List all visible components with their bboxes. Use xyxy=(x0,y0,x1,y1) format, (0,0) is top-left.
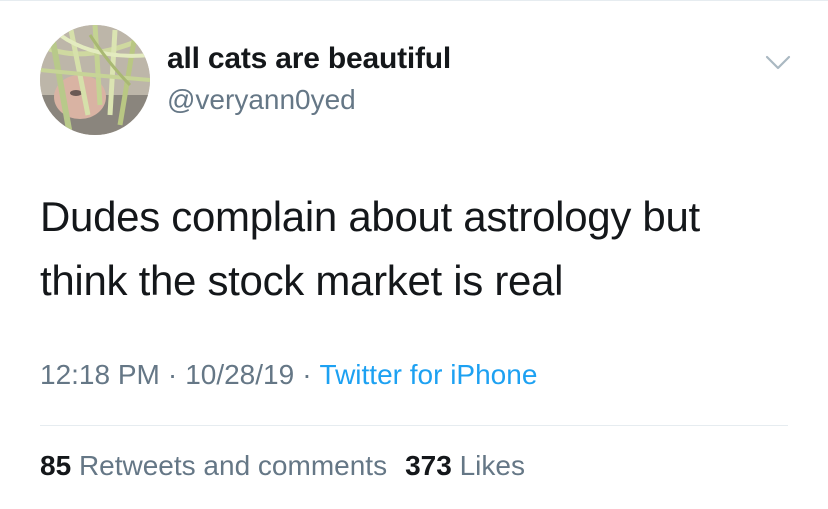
tweet-card: all cats are beautiful @veryann0yed Dude… xyxy=(0,0,828,509)
tweet-text: Dudes complain about astrology but think… xyxy=(40,185,800,313)
avatar[interactable] xyxy=(40,25,150,135)
likes-stat[interactable]: 373 Likes xyxy=(405,450,525,481)
meta-separator: · xyxy=(167,359,178,390)
retweets-count: 85 xyxy=(40,450,72,481)
meta-separator: · xyxy=(302,359,312,390)
display-name[interactable]: all cats are beautiful xyxy=(167,42,451,76)
tweet-date[interactable]: 10/28/19 xyxy=(185,359,294,390)
likes-count: 373 xyxy=(405,450,452,481)
chevron-down-icon[interactable] xyxy=(762,50,794,74)
tweet-text-line: think the stock market is real xyxy=(40,257,564,304)
likes-label: Likes xyxy=(459,450,525,481)
tweet-text-line: Dudes complain about astrology but xyxy=(40,193,700,240)
avatar-image xyxy=(40,25,150,135)
user-handle[interactable]: @veryann0yed xyxy=(167,84,356,116)
tweet-time[interactable]: 12:18 PM xyxy=(40,359,160,390)
retweets-stat[interactable]: 85 Retweets and comments xyxy=(40,450,387,481)
tweet-meta: 12:18 PM · 10/28/19 · Twitter for iPhone xyxy=(40,359,537,391)
tweet-source-link[interactable]: Twitter for iPhone xyxy=(320,359,538,390)
retweets-label: Retweets and comments xyxy=(78,450,388,481)
tweet-stats: 85 Retweets and comments 373 Likes xyxy=(40,450,525,482)
stats-divider xyxy=(40,425,788,426)
